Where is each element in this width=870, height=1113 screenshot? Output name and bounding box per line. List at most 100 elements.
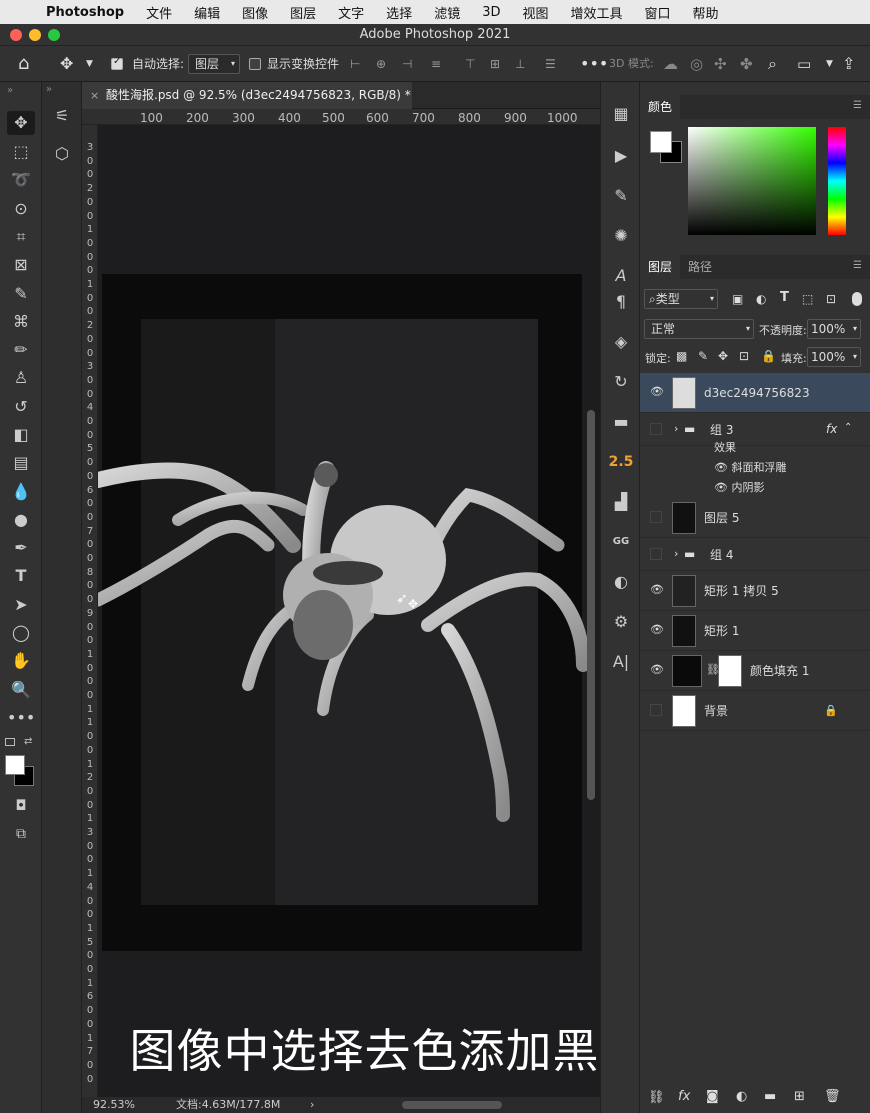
menu-3d[interactable]: 3D (482, 5, 500, 20)
fill-input[interactable]: 100% ▾ (807, 347, 861, 367)
paragraph-icon[interactable]: ¶ (607, 288, 635, 316)
play-icon[interactable]: ▶ (607, 142, 635, 170)
filter-smart-icon[interactable]: ⊡ (826, 292, 836, 306)
chevron-right-icon[interactable]: › (674, 547, 678, 560)
marquee-tool-icon[interactable]: ⬚ (7, 140, 35, 164)
workspace-chevron-icon[interactable]: ▼ (826, 46, 833, 82)
auto-select-dropdown[interactable]: 图层 ▾ (188, 54, 240, 74)
search-icon[interactable]: ⌕ (768, 46, 777, 82)
layer-name[interactable]: d3ec2494756823 (704, 373, 810, 413)
move-tool-preset-icon[interactable]: ✥ (60, 46, 73, 82)
character-icon[interactable]: A (607, 262, 635, 290)
menu-image[interactable]: 图像 (242, 3, 268, 22)
3d-pan-icon[interactable]: ✣ (714, 46, 727, 82)
link-layers-icon[interactable]: ⛓ (648, 1090, 665, 1105)
menu-type[interactable]: 文字 (338, 3, 364, 22)
distribute-vertical-icon[interactable]: ☰ (545, 46, 556, 82)
layer-name[interactable]: 图层 5 (704, 498, 739, 538)
menu-plugins[interactable]: 增效工具 (571, 3, 623, 22)
menu-app-name[interactable]: Photoshop (46, 5, 124, 20)
visibility-toggle[interactable] (650, 704, 662, 716)
tab-layers[interactable]: 图层 (640, 255, 681, 279)
menu-layer[interactable]: 图层 (290, 3, 316, 22)
color-field[interactable] (688, 127, 816, 235)
close-tab-icon[interactable]: × (90, 82, 99, 109)
zoom-tool-icon[interactable]: 🔍 (7, 678, 35, 702)
default-colors-icon[interactable] (5, 738, 15, 746)
align-center-icon[interactable]: ⊕ (376, 46, 386, 82)
chevron-right-icon[interactable]: › (674, 422, 678, 435)
layer-row[interactable]: 👁 d3ec2494756823 (640, 373, 870, 413)
layer-name[interactable]: 颜色填充 1 (750, 651, 809, 691)
layer-filter-dropdown[interactable]: ⌕类型 ▾ (644, 289, 718, 309)
menu-edit[interactable]: 编辑 (194, 3, 220, 22)
minimize-window-button[interactable] (29, 29, 41, 41)
brush-tool-icon[interactable]: ✏ (7, 338, 35, 362)
new-layer-icon[interactable]: ⊞ (794, 1089, 805, 1104)
screen-mode-icon[interactable]: ⧉ (7, 822, 35, 846)
effect-row[interactable]: 👁 斜面和浮雕 (714, 459, 786, 477)
filter-image-icon[interactable]: ▣ (732, 292, 743, 306)
home-icon[interactable]: ⌂ (18, 46, 29, 82)
quick-mask-icon[interactable]: ◘ (7, 794, 35, 818)
layers-stack-icon[interactable]: ◈ (607, 328, 635, 356)
foreground-color-swatch[interactable] (5, 755, 25, 775)
lock-position-icon[interactable]: ✥ (718, 349, 728, 363)
filter-adjust-icon[interactable]: ◐ (756, 292, 766, 306)
status-menu-arrow[interactable]: › (310, 1097, 314, 1113)
eraser-tool-icon[interactable]: ◧ (7, 423, 35, 447)
hand-tool-icon[interactable]: ✋ (7, 649, 35, 673)
horizontal-scrollbar[interactable] (402, 1101, 502, 1109)
lock-pixels-icon[interactable]: ✎ (698, 349, 708, 363)
color-fg-swatch-top[interactable] (650, 131, 672, 153)
swap-colors-icon[interactable]: ⇄ (24, 736, 32, 747)
auto-select-checkbox[interactable] (111, 56, 123, 70)
menu-filter[interactable]: 滤镜 (434, 3, 460, 22)
collapse-icon[interactable]: » (4, 86, 16, 96)
layer-row[interactable]: 👁 ⛓ 颜色填充 1 (640, 651, 870, 691)
menu-file[interactable]: 文件 (146, 3, 172, 22)
hue-slider[interactable] (828, 127, 846, 235)
gg-plugin-icon[interactable]: GG (607, 528, 635, 556)
move-tool-icon[interactable]: ✥ (7, 111, 35, 135)
align-top-icon[interactable]: ⊤ (465, 46, 475, 82)
more-tools-icon[interactable]: ••• (7, 706, 35, 730)
healing-tool-icon[interactable]: ⌘ (7, 310, 35, 334)
quick-select-tool-icon[interactable]: ⊙ (7, 197, 35, 221)
layer-name[interactable]: 背景 (704, 691, 728, 731)
align-left-icon[interactable]: ⊢ (350, 46, 360, 82)
collapse-icon[interactable]: » (46, 84, 52, 95)
eye-icon[interactable]: 👁 (714, 481, 728, 494)
pen-tool-icon[interactable]: ✒ (7, 536, 35, 560)
align-bottom-icon[interactable]: ⊥ (515, 46, 525, 82)
menu-help[interactable]: 帮助 (693, 3, 719, 22)
new-adjustment-icon[interactable]: ◐ (736, 1089, 747, 1104)
gradient-tool-icon[interactable]: ▤ (7, 451, 35, 475)
opacity-input[interactable]: 100% ▾ (807, 319, 861, 339)
lock-artboard-icon[interactable]: ⊡ (739, 349, 749, 363)
add-style-icon[interactable]: fx (678, 1089, 690, 1104)
vertical-scrollbar[interactable] (587, 410, 595, 800)
lock-transparency-icon[interactable]: ▩ (676, 349, 687, 363)
layer-name[interactable]: 矩形 1 (704, 611, 739, 651)
history-icon[interactable]: ↻ (607, 368, 635, 396)
fx-badge[interactable]: fx (826, 422, 837, 436)
lock-all-icon[interactable]: 🔒 (761, 349, 776, 363)
visibility-toggle[interactable] (650, 548, 662, 560)
visibility-eye-icon[interactable]: 👁 (650, 664, 664, 676)
filter-shape-icon[interactable]: ⬚ (802, 292, 813, 306)
add-mask-icon[interactable]: ◙ (706, 1089, 719, 1104)
visibility-toggle[interactable] (650, 423, 662, 435)
layer-name[interactable]: 组 4 (710, 539, 733, 571)
document-tab[interactable]: × 酸性海报.psd @ 92.5% (d3ec2494756823, RGB/… (82, 82, 412, 109)
plugin-icon[interactable]: ▬ (607, 408, 635, 436)
layer-row[interactable]: 背景 🔒 (640, 691, 870, 731)
align-middle-icon[interactable]: ⊞ (490, 46, 500, 82)
chevron-down-icon[interactable]: ▼ (86, 46, 93, 82)
path-select-icon[interactable]: ➤ (7, 593, 35, 617)
filter-type-icon[interactable]: T (780, 290, 789, 305)
blend-mode-dropdown[interactable]: 正常 ▾ (644, 319, 754, 339)
filter-toggle[interactable] (852, 292, 862, 306)
layer-name[interactable]: 矩形 1 拷贝 5 (704, 571, 779, 611)
chevron-up-icon[interactable]: ⌃ (844, 422, 852, 433)
